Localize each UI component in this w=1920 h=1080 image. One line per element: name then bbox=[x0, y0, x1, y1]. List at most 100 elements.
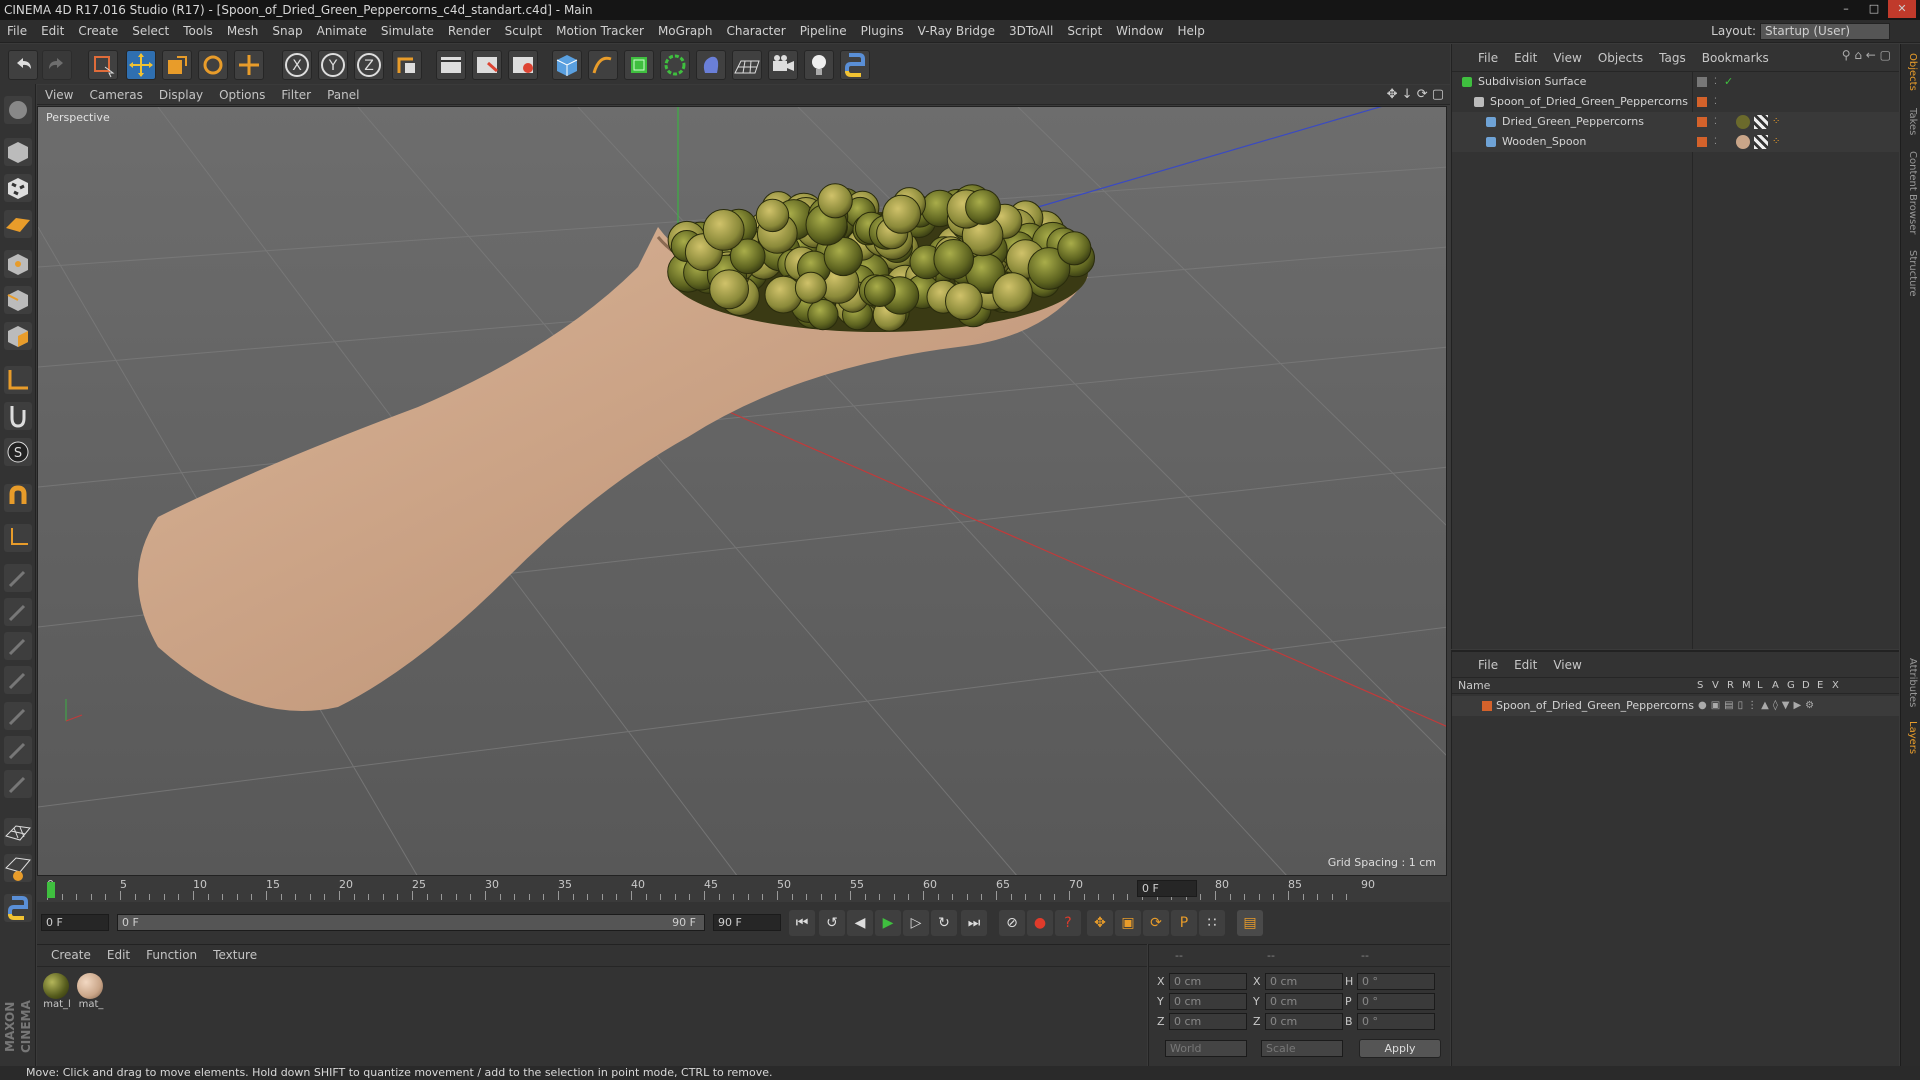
menu-snap[interactable]: Snap bbox=[265, 20, 309, 43]
objects-menu-edit[interactable]: Edit bbox=[1506, 44, 1545, 72]
tab-structure[interactable]: Structure bbox=[1904, 246, 1918, 300]
menu-vray-bridge[interactable]: V-Ray Bridge bbox=[911, 20, 1002, 43]
array-mograph-icon[interactable] bbox=[660, 50, 690, 80]
material-swatch[interactable]: mat_ bbox=[77, 973, 105, 1010]
coord-value-field[interactable]: 0 ° bbox=[1357, 1013, 1435, 1030]
object-layer-swatch[interactable] bbox=[1697, 137, 1707, 147]
layer-column-header[interactable]: M bbox=[1742, 678, 1751, 694]
object-search-icon[interactable]: ⚲ ⌂ ← ▢ bbox=[1842, 48, 1891, 62]
menu-tools[interactable]: Tools bbox=[176, 20, 220, 43]
material-tag-icon[interactable] bbox=[1736, 135, 1750, 149]
maximize-button[interactable]: □ bbox=[1860, 0, 1888, 18]
layer-toggles[interactable]: ●▣▤▯⋮▲◊▼▶⚙ bbox=[1698, 696, 1818, 716]
menu-script[interactable]: Script bbox=[1060, 20, 1109, 43]
viewport-menu-filter[interactable]: Filter bbox=[273, 85, 319, 105]
menu-motion-tracker[interactable]: Motion Tracker bbox=[549, 20, 651, 43]
texture-mode-icon[interactable] bbox=[4, 174, 32, 202]
visibility-dots-icon[interactable]: ⁚ bbox=[1714, 72, 1717, 92]
axis-mode-icon[interactable] bbox=[4, 366, 32, 394]
material-menu-function[interactable]: Function bbox=[138, 945, 205, 965]
record-keys-icon[interactable]: ⊘ bbox=[999, 910, 1025, 936]
grid-lock-icon[interactable] bbox=[4, 818, 32, 846]
key-parameter-icon[interactable]: P bbox=[1171, 910, 1197, 936]
coord-value-field[interactable]: 0 cm bbox=[1265, 973, 1343, 990]
objects-menu-file[interactable]: File bbox=[1470, 44, 1506, 72]
object-row[interactable]: Spoon_of_Dried_Green_Peppercorns ⁚ bbox=[1452, 92, 1900, 112]
layer-column-header[interactable]: S bbox=[1697, 678, 1703, 694]
menu-sculpt[interactable]: Sculpt bbox=[498, 20, 549, 43]
previous-frame-icon[interactable]: ◀ bbox=[847, 910, 873, 936]
magnet-icon[interactable] bbox=[4, 484, 32, 512]
objects-menu-bookmarks[interactable]: Bookmarks bbox=[1694, 44, 1777, 72]
object-layer-swatch[interactable] bbox=[1697, 77, 1707, 87]
next-frame-icon[interactable]: ▷ bbox=[903, 910, 929, 936]
layer-column-header[interactable]: R bbox=[1727, 678, 1734, 694]
snapping-icon[interactable]: S bbox=[4, 438, 32, 466]
light-icon[interactable] bbox=[804, 50, 834, 80]
render-picture-viewer-icon[interactable] bbox=[472, 50, 502, 80]
workplane-grid-icon[interactable] bbox=[4, 854, 32, 882]
brush-tool-5-icon[interactable] bbox=[4, 702, 32, 730]
visibility-dots-icon[interactable]: ⁚ bbox=[1714, 92, 1717, 112]
menu-plugins[interactable]: Plugins bbox=[854, 20, 911, 43]
menu-mograph[interactable]: MoGraph bbox=[651, 20, 720, 43]
visibility-dots-icon[interactable]: ⁚ bbox=[1714, 132, 1717, 152]
next-key-icon[interactable]: ↻ bbox=[931, 910, 957, 936]
menu-simulate[interactable]: Simulate bbox=[374, 20, 441, 43]
camera-icon[interactable] bbox=[768, 50, 798, 80]
object-row[interactable]: Wooden_Spoon ⁚ ⁘ bbox=[1452, 132, 1900, 152]
material-menu-create[interactable]: Create bbox=[43, 945, 99, 965]
objects-menu-objects[interactable]: Objects bbox=[1590, 44, 1651, 72]
apply-button[interactable]: Apply bbox=[1359, 1039, 1441, 1058]
menu-edit[interactable]: Edit bbox=[34, 20, 71, 43]
end-frame-field[interactable]: 90 F bbox=[713, 914, 781, 931]
viewport-menu-options[interactable]: Options bbox=[211, 85, 273, 105]
viewport-menu-display[interactable]: Display bbox=[151, 85, 211, 105]
objects-menu-tags[interactable]: Tags bbox=[1651, 44, 1694, 72]
close-button[interactable]: ✕ bbox=[1888, 0, 1916, 18]
redo-icon[interactable] bbox=[42, 50, 72, 80]
tab-takes[interactable]: Takes bbox=[1904, 104, 1918, 140]
timeline-window-icon[interactable]: ▤ bbox=[1237, 910, 1263, 936]
current-frame-field[interactable]: 0 F bbox=[1137, 880, 1197, 897]
material-swatch[interactable]: mat_l bbox=[43, 973, 71, 1010]
coord-scale-dropdown[interactable]: Scale bbox=[1261, 1040, 1343, 1057]
brush-tool-7-icon[interactable] bbox=[4, 770, 32, 798]
render-settings-icon[interactable] bbox=[508, 50, 538, 80]
z-axis-lock-icon[interactable]: Z bbox=[354, 50, 384, 80]
viewport-menu-view[interactable]: View bbox=[37, 85, 81, 105]
make-editable-icon[interactable] bbox=[4, 96, 32, 124]
texture-tag-icon[interactable] bbox=[1754, 115, 1768, 129]
material-menu-edit[interactable]: Edit bbox=[99, 945, 138, 965]
minimize-button[interactable]: – bbox=[1832, 0, 1860, 18]
cube-primitive-icon[interactable] bbox=[552, 50, 582, 80]
viewport-menu-panel[interactable]: Panel bbox=[319, 85, 367, 105]
layer-column-header[interactable]: G bbox=[1787, 678, 1795, 694]
go-to-start-icon[interactable]: ⏮ bbox=[789, 910, 815, 936]
menu-3dtoall[interactable]: 3DToAll bbox=[1002, 20, 1060, 43]
layer-column-header[interactable]: D bbox=[1802, 678, 1810, 694]
scale-tool-icon[interactable] bbox=[162, 50, 192, 80]
tab-objects[interactable]: Objects bbox=[1904, 52, 1918, 92]
menu-mesh[interactable]: Mesh bbox=[220, 20, 266, 43]
brush-tool-2-icon[interactable] bbox=[4, 598, 32, 626]
coord-value-field[interactable]: 0 ° bbox=[1357, 993, 1435, 1010]
visibility-dots-icon[interactable]: ⁚ bbox=[1714, 112, 1717, 132]
coord-value-field[interactable]: 0 cm bbox=[1265, 993, 1343, 1010]
autokeying-icon[interactable]: ● bbox=[1027, 910, 1053, 936]
transform-tool-icon[interactable] bbox=[234, 50, 264, 80]
layer-column-header[interactable]: E bbox=[1817, 678, 1823, 694]
menu-help[interactable]: Help bbox=[1170, 20, 1211, 43]
key-rotation-icon[interactable]: ⟳ bbox=[1143, 910, 1169, 936]
subdivision-nurbs-icon[interactable] bbox=[624, 50, 654, 80]
layers-menu-file[interactable]: File bbox=[1470, 652, 1506, 678]
object-row[interactable]: Subdivision Surface ⁚ ✓ bbox=[1452, 72, 1900, 92]
render-view-icon[interactable] bbox=[436, 50, 466, 80]
menu-select[interactable]: Select bbox=[125, 20, 176, 43]
brush-tool-3-icon[interactable] bbox=[4, 632, 32, 660]
menu-pipeline[interactable]: Pipeline bbox=[793, 20, 854, 43]
workplane-mode-icon[interactable] bbox=[4, 210, 32, 238]
coord-value-field[interactable]: 0 cm bbox=[1265, 1013, 1343, 1030]
brush-tool-1-icon[interactable] bbox=[4, 564, 32, 592]
coordinate-system-icon[interactable] bbox=[392, 50, 422, 80]
